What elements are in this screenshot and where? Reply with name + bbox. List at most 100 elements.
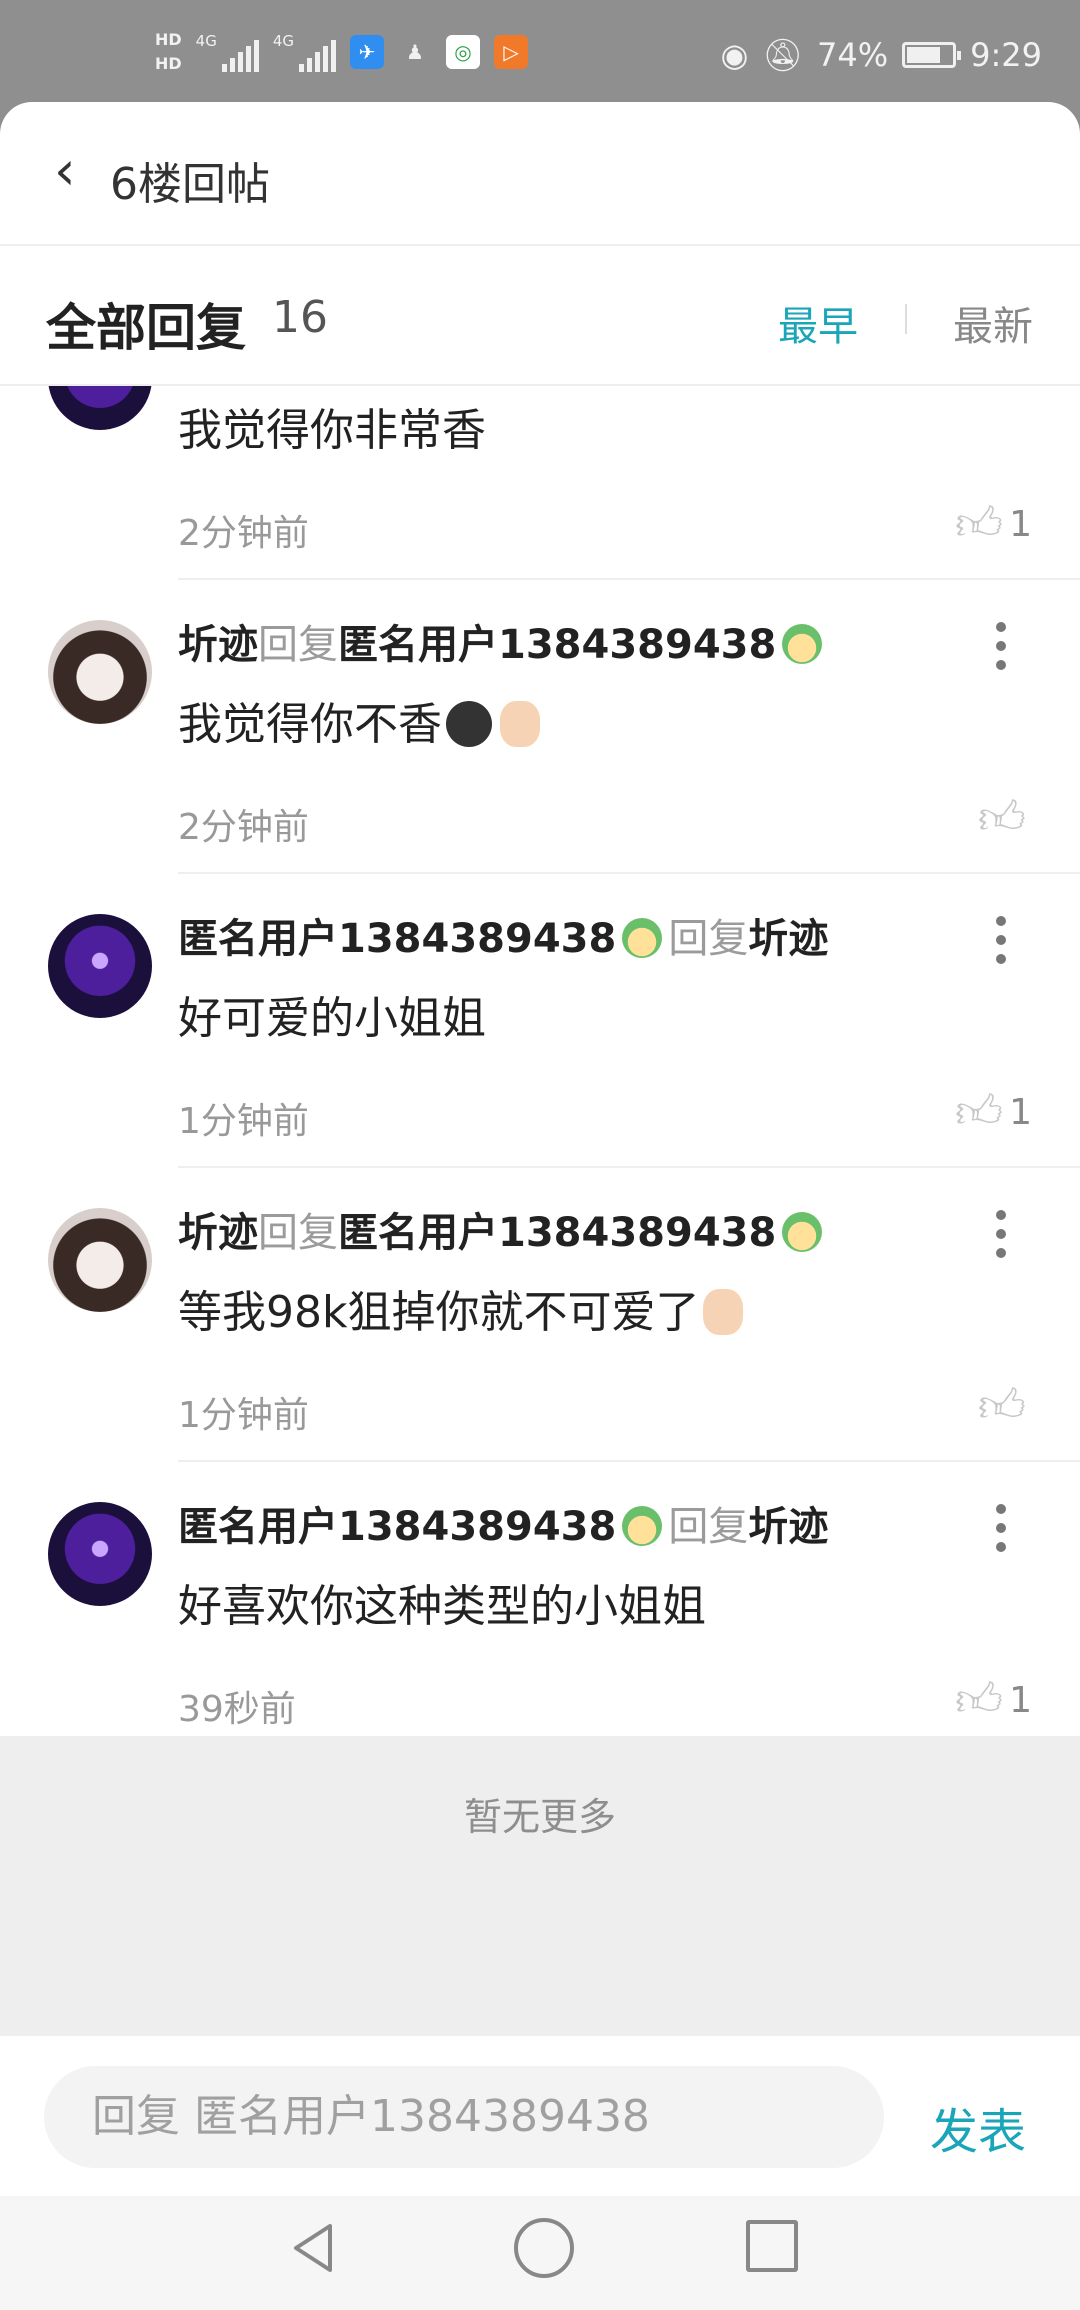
like-button[interactable]: 👍︎ 1 (955, 1084, 1032, 1140)
comment-header: 匿名用户1384389438 回复圻迹 (178, 1502, 828, 1552)
qq-icon: ♟ (406, 40, 424, 64)
battery-percent: 74% (817, 36, 889, 74)
reply-target[interactable]: 匿名用户1384389438 (338, 1210, 776, 1256)
avatar[interactable] (48, 914, 152, 1018)
more-options-icon[interactable] (996, 1210, 1008, 1258)
sort-earliest-button[interactable]: 最早 (778, 294, 858, 352)
reply-word: 回复 (668, 1504, 749, 1550)
avatar[interactable] (48, 620, 152, 724)
badge-emoji-icon (782, 1212, 823, 1252)
comment-user[interactable]: 圻迹 (178, 622, 258, 668)
thumbs-up-icon: 👍︎ (955, 1672, 1004, 1726)
sort-divider (905, 304, 907, 334)
hd-icon: HD HD (155, 28, 182, 76)
comment-time: 1分钟前 (178, 1395, 309, 1436)
thumbs-up-icon: 👍︎ (955, 496, 1004, 550)
comment-user[interactable]: 匿名用户1384389438 (178, 916, 616, 962)
like-count: 1 (1009, 1679, 1032, 1721)
no-more-text: 暂无更多 (463, 1795, 616, 1839)
comment-time: 2分钟前 (178, 513, 309, 554)
comment-item: 圻迹回复匿名用户1384389438 等我98k狙掉你就不可爱了 1分钟前 👍︎ (0, 1168, 1080, 1462)
net2-label: 4G (272, 32, 295, 50)
comment-header: 匿名用户1384389438 回复圻迹 (178, 914, 828, 964)
hd1-label: HD (155, 30, 182, 49)
nav-home-icon[interactable] (514, 2218, 574, 2278)
dark-face-emoji-icon (446, 701, 492, 747)
nav-back-icon[interactable] (286, 2218, 346, 2278)
reply-input-box[interactable] (44, 2066, 884, 2168)
reply-target[interactable]: 圻迹 (748, 1504, 828, 1550)
more-options-icon[interactable] (996, 916, 1008, 964)
more-options-icon[interactable] (996, 622, 1008, 670)
comment-item: 我觉得你非常香 2分钟前 👍︎ 1 (0, 386, 1080, 580)
comment-text: 我觉得你不香 (178, 688, 544, 752)
reply-word: 回复 (258, 1210, 338, 1256)
comment-header: 圻迹回复匿名用户1384389438 (178, 1208, 828, 1258)
battery-icon (902, 42, 962, 68)
replies-title: 全部回复 (46, 299, 246, 357)
comment-user[interactable]: 匿名用户1384389438 (178, 1504, 616, 1550)
badge-emoji-icon (622, 1506, 663, 1546)
comment-text: 好可爱的小姐姐 (178, 993, 486, 1044)
badge-emoji-icon (622, 918, 663, 958)
top-bar: ‹ 6楼回帖 (0, 102, 1080, 246)
mute-bell-icon: 🔕︎ (762, 36, 804, 74)
thumbs-up-icon: 👍︎ (977, 790, 1026, 844)
comment-user[interactable]: 圻迹 (178, 1210, 258, 1256)
ok-hand-emoji-icon (703, 1289, 744, 1335)
comment-text: 好喜欢你这种类型的小姐姐 (178, 1581, 706, 1632)
sort-latest-button[interactable]: 最新 (953, 294, 1033, 352)
avatar[interactable] (48, 1208, 152, 1312)
reply-sheet: ‹ 6楼回帖 全部回复 16 最早 最新 我觉得你非常香 2分钟前 👍︎ 1 圻… (0, 102, 1080, 2310)
reply-word: 回复 (668, 916, 749, 962)
comment-time: 1分钟前 (178, 1101, 309, 1142)
comment-text-body: 我觉得你不香 (178, 699, 442, 750)
video-icon: ▷ (494, 35, 529, 69)
comment-item: 匿名用户1384389438 回复圻迹 好可爱的小姐姐 1分钟前 👍︎ 1 (0, 874, 1080, 1168)
comment-text: 等我98k狙掉你就不可爱了 (178, 1276, 747, 1340)
thumbs-up-icon: 👍︎ (955, 1084, 1004, 1138)
no-more-footer: 暂无更多 (0, 1736, 1080, 2036)
comment-time: 39秒前 (178, 1689, 296, 1730)
comment-list[interactable]: 我觉得你非常香 2分钟前 👍︎ 1 圻迹回复匿名用户1384389438 我觉得… (0, 386, 1080, 1736)
browser-icon: ◎ (446, 35, 481, 69)
reply-target[interactable]: 匿名用户1384389438 (338, 622, 776, 668)
avatar[interactable] (48, 386, 152, 430)
reply-word: 回复 (258, 622, 338, 668)
page-title: 6楼回帖 (110, 159, 270, 210)
like-count: 1 (1009, 1091, 1032, 1133)
like-button[interactable]: 👍︎ 1 (955, 1672, 1032, 1728)
comment-header: 圻迹回复匿名用户1384389438 (178, 620, 828, 670)
replies-count: 16 (272, 292, 328, 343)
comment-time: 2分钟前 (178, 807, 309, 848)
comment-item: 圻迹回复匿名用户1384389438 我觉得你不香 2分钟前 👍︎ (0, 580, 1080, 874)
like-button[interactable]: 👍︎ (978, 790, 1032, 846)
app-icon-blue: ✈ (350, 35, 385, 69)
like-count: 1 (1009, 503, 1032, 545)
ok-hand-emoji-icon (500, 701, 540, 747)
net1-label: 4G (195, 32, 217, 50)
like-button[interactable]: 👍︎ 1 (955, 496, 1032, 552)
comment-item: 匿名用户1384389438 回复圻迹 好喜欢你这种类型的小姐姐 39秒前 👍︎ … (0, 1462, 1080, 1736)
thumbs-up-icon: 👍︎ (977, 1378, 1026, 1432)
more-options-icon[interactable] (996, 1504, 1008, 1552)
reply-input[interactable] (90, 2090, 854, 2143)
comment-text: 我觉得你非常香 (178, 405, 486, 456)
signal-icon-2: 4G (272, 32, 337, 72)
status-bar: HD HD 4G 4G ✈ ♟ ◎ ▷ ◉ 🔕︎ 74% 9:29 (0, 0, 1080, 100)
system-nav-bar (0, 2196, 1080, 2310)
signal-icon: 4G (196, 32, 259, 72)
like-button[interactable]: 👍︎ (978, 1378, 1032, 1434)
reply-target[interactable]: 圻迹 (748, 916, 828, 962)
clock: 9:29 (970, 36, 1042, 74)
chevron-left-icon[interactable]: ‹ (54, 144, 76, 198)
reply-input-bar: 发表 (0, 2036, 1080, 2196)
eye-icon: ◉ (720, 36, 749, 74)
send-button[interactable]: 发表 (930, 2092, 1026, 2162)
nav-recent-icon[interactable] (746, 2220, 798, 2272)
avatar[interactable] (48, 1502, 152, 1606)
badge-emoji-icon (782, 624, 823, 664)
replies-header: 全部回复 16 最早 最新 (0, 246, 1080, 386)
hd2-label: HD (155, 54, 182, 73)
comment-text-body: 等我98k狙掉你就不可爱了 (178, 1287, 700, 1338)
